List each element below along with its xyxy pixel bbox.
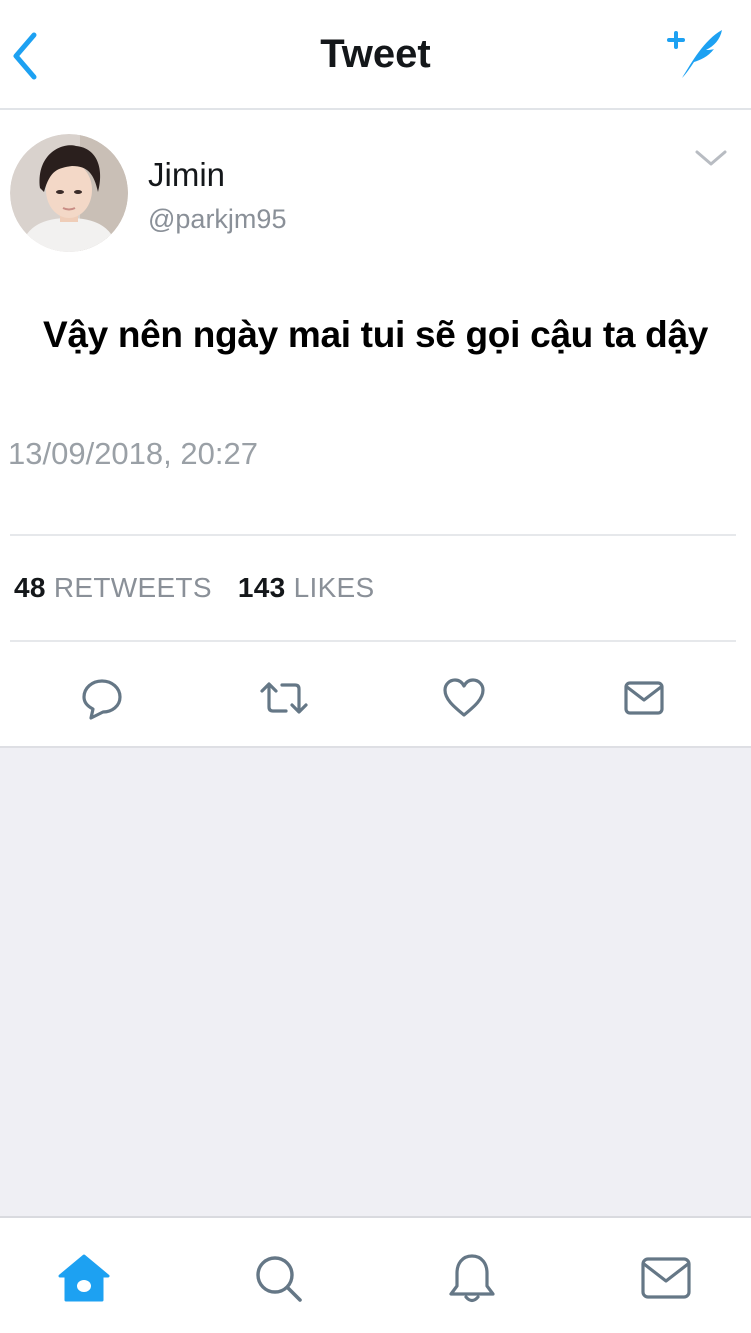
search-icon: [256, 1256, 302, 1302]
home-icon: [58, 1254, 110, 1302]
retweets-count[interactable]: 48: [14, 572, 46, 603]
tweet-detail: Jimin @parkjm95 Vậy nên ngày mai tui sẽ …: [0, 112, 751, 746]
tweet-options-button[interactable]: [692, 146, 730, 170]
tab-messages[interactable]: [636, 1248, 696, 1308]
avatar[interactable]: [10, 134, 128, 252]
likes-count[interactable]: 143: [238, 572, 286, 603]
like-button[interactable]: [438, 672, 490, 724]
tweet-text: Vậy nên ngày mai tui sẽ gọi cậu ta dậy: [42, 314, 709, 355]
likes-label[interactable]: LIKES: [294, 572, 375, 603]
tab-search[interactable]: [248, 1248, 308, 1308]
top-nav-bar: Tweet: [0, 0, 751, 110]
bottom-tab-bar: [0, 1216, 751, 1333]
tab-notifications[interactable]: [442, 1248, 502, 1308]
notifications-icon: [449, 1254, 495, 1303]
compose-feather-icon: [667, 30, 722, 78]
compose-tweet-button[interactable]: [664, 24, 728, 84]
reply-icon: [82, 679, 122, 720]
retweets-label[interactable]: RETWEETS: [54, 572, 212, 603]
chevron-down-icon: [695, 150, 727, 166]
messages-icon: [641, 1257, 691, 1299]
like-icon: [443, 678, 485, 717]
retweet-button[interactable]: [258, 672, 310, 724]
replies-area: [0, 746, 751, 1216]
page-title: Tweet: [320, 32, 431, 76]
direct-message-button[interactable]: [618, 672, 670, 724]
retweet-icon: [260, 682, 308, 714]
tweet-timestamp: 13/09/2018, 20:27: [8, 436, 258, 471]
profile-photo-icon: [10, 134, 128, 252]
divider: [10, 640, 736, 642]
share-dm-icon: [624, 681, 664, 715]
reply-button[interactable]: [76, 672, 128, 724]
tab-home[interactable]: [54, 1248, 114, 1308]
author-handle[interactable]: @parkjm95: [148, 204, 286, 235]
tweet-stats: 48 RETWEETS 143 LIKES: [14, 572, 375, 604]
author-display-name[interactable]: Jimin: [148, 156, 225, 194]
divider: [10, 534, 736, 536]
